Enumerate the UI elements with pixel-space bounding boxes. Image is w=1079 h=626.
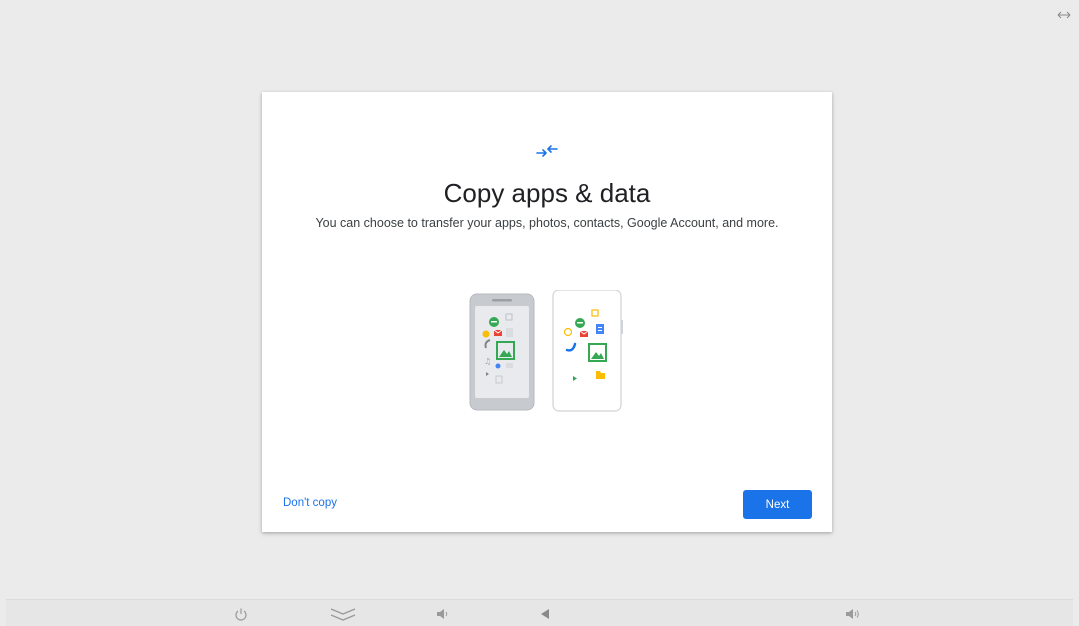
transfer-arrows-icon	[536, 145, 558, 157]
next-button[interactable]: Next	[743, 490, 812, 519]
setup-card: Copy apps & data You can choose to trans…	[262, 92, 832, 532]
page-title: Copy apps & data	[443, 178, 651, 208]
power-icon[interactable]	[234, 607, 248, 621]
page-subtitle: You can choose to transfer your apps, ph…	[315, 216, 779, 230]
chevron-down-icon[interactable]	[329, 607, 357, 621]
resize-arrows-icon[interactable]	[1057, 9, 1071, 21]
volume-down-icon[interactable]	[435, 607, 449, 621]
dont-copy-button[interactable]: Don't copy	[283, 497, 337, 509]
volume-up-icon[interactable]	[844, 607, 860, 621]
phones-transfer-illustration: ♫	[469, 290, 623, 412]
svg-text:♫: ♫	[484, 357, 491, 366]
bottom-nav-bar	[6, 599, 1073, 626]
screen: Copy apps & data You can choose to trans…	[0, 0, 1079, 626]
back-icon[interactable]	[539, 607, 551, 621]
